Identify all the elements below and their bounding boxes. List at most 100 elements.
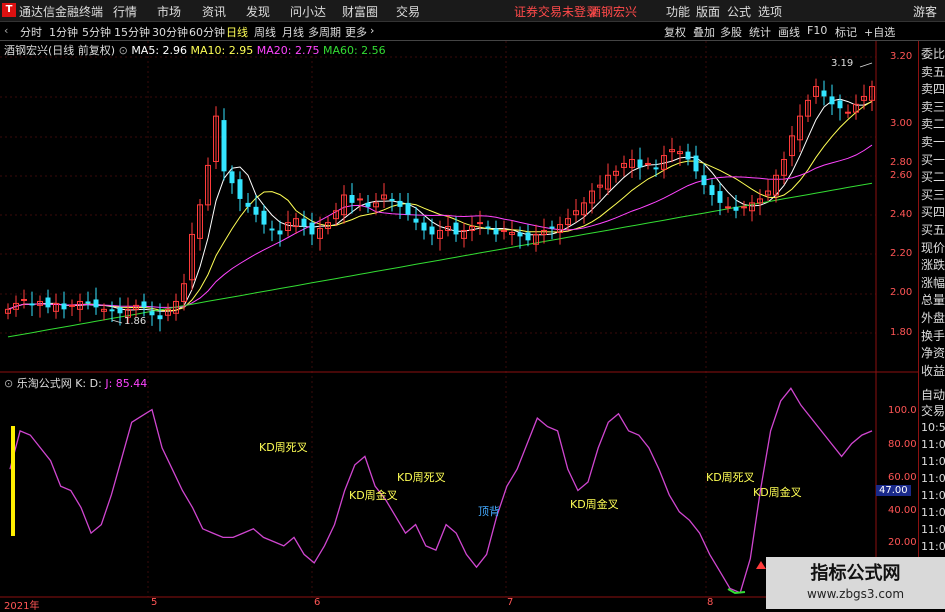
quote-field-label: 换手 bbox=[921, 328, 945, 343]
period-daily[interactable]: 日线 bbox=[226, 24, 248, 40]
watermark-title: 指标公式网 bbox=[810, 563, 901, 584]
trade-label[interactable]: 交易 bbox=[921, 402, 945, 419]
back-icon[interactable]: ‹ bbox=[4, 24, 8, 37]
candle-body bbox=[421, 222, 427, 231]
candle-body bbox=[413, 218, 419, 223]
stats-button[interactable]: 统计 bbox=[749, 24, 771, 40]
guest-button[interactable]: 游客 bbox=[913, 3, 937, 20]
candle-body bbox=[709, 185, 715, 195]
period-5min[interactable]: 5分钟 bbox=[82, 24, 111, 40]
candle-body bbox=[405, 202, 411, 215]
more-chevron-icon[interactable]: › bbox=[370, 24, 374, 37]
mark-button[interactable]: 标记 bbox=[835, 24, 857, 40]
quote-field-label: 涨幅 bbox=[921, 275, 945, 290]
candle-body bbox=[685, 151, 691, 160]
kd-weekly-golden-cross-label: KD周金叉 bbox=[570, 498, 619, 511]
tick-time: 11:00 bbox=[921, 540, 945, 553]
ma20-label: MA20: 2.75 bbox=[256, 44, 320, 57]
candle-body bbox=[549, 226, 555, 229]
menu-options[interactable]: 选项 bbox=[758, 3, 782, 20]
candle-body bbox=[485, 226, 491, 229]
kd-lines bbox=[9, 62, 873, 595]
trade-login-warning[interactable]: 证券交易未登录 bbox=[514, 3, 598, 20]
period-60min[interactable]: 60分钟 bbox=[189, 24, 225, 40]
period-30min[interactable]: 30分钟 bbox=[152, 24, 188, 40]
candle-body bbox=[61, 303, 67, 310]
menu-ask[interactable]: 问小达 bbox=[290, 3, 326, 20]
menu-news[interactable]: 资讯 bbox=[202, 3, 226, 20]
candle-body bbox=[245, 202, 251, 207]
tick-time: 11:00 bbox=[921, 472, 945, 485]
candle-body bbox=[517, 232, 523, 237]
menu-discover[interactable]: 发现 bbox=[246, 3, 270, 20]
period-monthly[interactable]: 月线 bbox=[282, 24, 304, 40]
indicator-header: ⊙ 乐淘公式网 K: D: J: 85.44 bbox=[4, 375, 147, 391]
candle-body bbox=[645, 162, 651, 165]
app-logo-icon: T bbox=[2, 3, 16, 17]
menu-market[interactable]: 市场 bbox=[157, 3, 181, 20]
menu-layout[interactable]: 版面 bbox=[696, 3, 720, 20]
quote-field-label: 收益 bbox=[921, 363, 945, 378]
date-label: 7 bbox=[507, 597, 514, 608]
kd-weekly-golden-cross-label: KD周金叉 bbox=[349, 489, 398, 502]
candle-body bbox=[725, 206, 731, 209]
period-weekly[interactable]: 周线 bbox=[254, 24, 276, 40]
period-15min[interactable]: 15分钟 bbox=[114, 24, 150, 40]
stock-legend-name: 酒钢宏兴(日线 前复权) bbox=[4, 44, 116, 57]
period-multi[interactable]: 多周期 bbox=[308, 24, 341, 40]
menu-formula[interactable]: 公式 bbox=[727, 3, 751, 20]
title-bar: T 通达信金融终端 行情 市场 资讯 发现 问小达 财富圈 交易 证券交易未登录… bbox=[0, 0, 945, 22]
price-tick: 1.80 bbox=[890, 327, 913, 338]
price-tick: 2.20 bbox=[890, 248, 913, 259]
indicator-name: 乐淘公式网 bbox=[16, 377, 72, 390]
tick-time: 11:00 bbox=[921, 506, 945, 519]
kd-tick: 40.00 bbox=[888, 505, 917, 516]
kd-weekly-golden-cross-label: KD周金叉 bbox=[753, 486, 802, 499]
overlay-button[interactable]: 叠加 bbox=[693, 24, 715, 40]
draw-button[interactable]: 画线 bbox=[778, 24, 800, 40]
quote-field-label: 涨跌 bbox=[921, 258, 945, 273]
multi-stock-button[interactable]: 多股 bbox=[720, 24, 742, 40]
candle-body bbox=[429, 226, 435, 235]
date-label: 2021年 bbox=[4, 601, 40, 612]
candle-body bbox=[69, 304, 75, 307]
f10-button[interactable]: F10 bbox=[807, 24, 827, 37]
add-watchlist-button[interactable]: +自选 bbox=[864, 24, 895, 40]
tick-time: 10:59 bbox=[921, 421, 945, 434]
auto-label[interactable]: 自动 bbox=[921, 386, 945, 403]
menu-trade[interactable]: 交易 bbox=[396, 3, 420, 20]
date-label: 8 bbox=[707, 597, 714, 608]
candle-body bbox=[309, 222, 315, 235]
quote-field-label: 卖五 bbox=[921, 64, 945, 79]
watermark-banner: 指标公式网 www.zbgs3.com bbox=[766, 557, 945, 609]
candle-body bbox=[253, 206, 259, 215]
candle-body bbox=[277, 230, 283, 235]
candle-body bbox=[637, 159, 643, 168]
gear-icon[interactable]: ⊙ bbox=[119, 44, 128, 57]
menu-quotes[interactable]: 行情 bbox=[113, 3, 137, 20]
candle-body bbox=[397, 200, 403, 207]
kd-j-line bbox=[9, 387, 873, 594]
menu-wealth[interactable]: 财富圈 bbox=[342, 3, 378, 20]
high-price-mark: 3.19 bbox=[831, 58, 854, 69]
period-1min[interactable]: 1分钟 bbox=[49, 24, 78, 40]
k-label: K: bbox=[75, 377, 87, 390]
adjust-button[interactable]: 复权 bbox=[664, 24, 686, 40]
quote-field-label: 卖一 bbox=[921, 135, 945, 149]
quote-field-label: 委比 bbox=[921, 47, 945, 61]
period-more[interactable]: 更多 bbox=[345, 24, 367, 40]
ma5-label: MA5: 2.96 bbox=[131, 44, 188, 57]
top-divergence-label: 顶背 bbox=[478, 505, 500, 518]
gear-icon[interactable]: ⊙ bbox=[4, 377, 13, 390]
date-label: 6 bbox=[314, 597, 321, 608]
candle-body bbox=[365, 202, 371, 207]
quote-field-label: 卖三 bbox=[921, 99, 945, 114]
quote-field-label: 买四 bbox=[921, 205, 945, 220]
quote-field-label: 总量 bbox=[921, 293, 945, 308]
quote-field-label: 卖二 bbox=[921, 117, 945, 132]
candle-body bbox=[357, 198, 363, 201]
period-intraday[interactable]: 分时 bbox=[20, 24, 42, 40]
tick-time: 11:00 bbox=[921, 455, 945, 468]
menu-function[interactable]: 功能 bbox=[666, 3, 690, 20]
candle-body bbox=[717, 191, 723, 203]
